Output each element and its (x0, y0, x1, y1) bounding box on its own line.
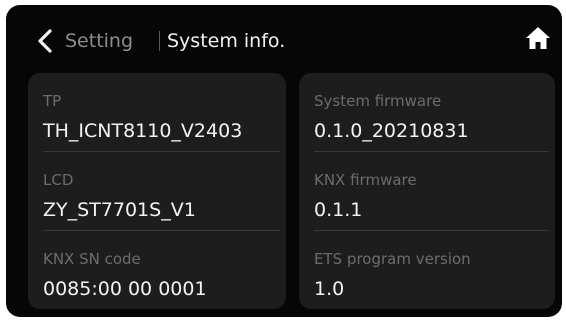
header-bar: Setting System info. (6, 5, 562, 67)
info-value: 0085:00 00 0001 (43, 278, 207, 300)
chevron-left-icon (38, 29, 52, 53)
info-label: KNX firmware (314, 171, 417, 189)
page-title: System info. (167, 30, 286, 52)
info-row-lcd: LCD ZY_ST7701S_V1 (43, 152, 280, 231)
system-info-panel: Setting System info. TP TH_ICNT8110_V240… (6, 5, 562, 317)
info-label: System firmware (314, 92, 442, 110)
back-button[interactable] (34, 27, 58, 55)
breadcrumb-separator (159, 31, 160, 51)
info-row-knx-sn: KNX SN code 0085:00 00 0001 (43, 231, 280, 309)
firmware-info-card: System firmware 0.1.0_20210831 KNX firmw… (299, 73, 555, 309)
info-row-system-firmware: System firmware 0.1.0_20210831 (314, 73, 549, 152)
home-icon (526, 27, 550, 49)
device-screen: Setting System info. TP TH_ICNT8110_V240… (0, 0, 566, 322)
info-row-tp: TP TH_ICNT8110_V2403 (43, 73, 280, 152)
info-label: ETS program version (314, 250, 471, 268)
info-label: TP (43, 92, 62, 110)
home-button[interactable] (525, 25, 551, 51)
info-row-ets-version: ETS program version 1.0 (314, 231, 549, 309)
info-value: 0.1.0_20210831 (314, 120, 469, 142)
info-label: LCD (43, 171, 74, 189)
info-value: TH_ICNT8110_V2403 (43, 120, 243, 142)
hardware-info-card: TP TH_ICNT8110_V2403 LCD ZY_ST7701S_V1 K… (28, 73, 286, 309)
info-label: KNX SN code (43, 250, 141, 268)
info-value: 0.1.1 (314, 199, 363, 221)
info-value: 1.0 (314, 278, 345, 300)
info-row-knx-firmware: KNX firmware 0.1.1 (314, 152, 549, 231)
info-value: ZY_ST7701S_V1 (43, 199, 196, 221)
breadcrumb-parent-link[interactable]: Setting (65, 27, 133, 55)
